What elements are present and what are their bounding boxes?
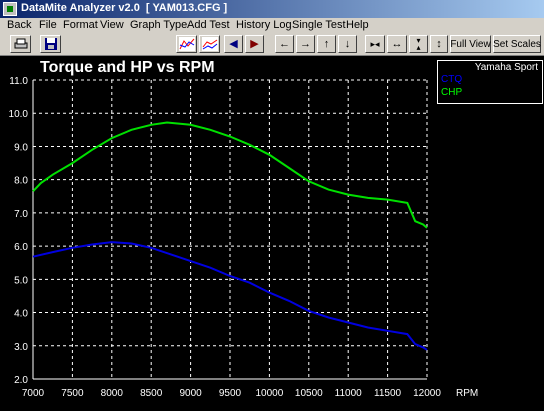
legend-entry-ctq: CTQ: [441, 74, 463, 85]
set-scales-button[interactable]: Set Scales: [493, 35, 541, 53]
legend: Yamaha Sport CTQ CHP: [437, 60, 543, 104]
arrow-right-icon: ▶: [250, 37, 259, 50]
arrows-vertical-inward-icon: ▾ ▴: [416, 35, 421, 52]
menu-graph-type[interactable]: Graph Type: [130, 18, 187, 32]
floppy-disk-icon: [44, 38, 57, 50]
arrows-vertical-outward-icon: ↕: [436, 37, 442, 50]
graph-icon: [178, 37, 195, 51]
cursor-left-button[interactable]: ◀: [224, 35, 243, 53]
x-tick-label: 11000: [335, 388, 363, 399]
pan-left-button[interactable]: ←: [275, 35, 294, 53]
menu-format[interactable]: Format: [63, 18, 98, 32]
y-tick-label: 9.0: [14, 142, 28, 153]
arrow-left-icon: ◀: [229, 37, 238, 50]
arrow-down-icon: ↓: [344, 37, 351, 50]
save-button[interactable]: [40, 35, 61, 53]
x-tick-label: 7000: [22, 388, 45, 399]
menu-file[interactable]: File: [39, 18, 57, 32]
x-tick-label: 10500: [295, 388, 323, 399]
menu-view[interactable]: View: [100, 18, 124, 32]
x-axis-label: RPM: [456, 388, 478, 399]
chart: 2.0 3.0 4.0 5.0 6.0 7.0 8.0 9.0 10.0 11.0 7000 7500…: [9, 59, 479, 399]
legend-entry-chp: CHP: [441, 87, 463, 98]
arrow-up-icon: ↑: [323, 37, 330, 50]
full-view-button[interactable]: Full View: [450, 35, 491, 53]
graph-type-1-button[interactable]: [176, 35, 197, 53]
graph-type-2-button[interactable]: [199, 35, 220, 53]
legend-title: Yamaha Sport: [474, 62, 538, 73]
compress-y-button[interactable]: ▾ ▴: [409, 35, 428, 53]
title-bar: DataMite Analyzer v2.0 [ YAM013.CFG ]: [0, 0, 544, 18]
y-tick-label: 3.0: [14, 342, 28, 353]
x-tick-label: 12000: [413, 388, 441, 399]
printer-icon: [14, 38, 27, 49]
window-title: DataMite Analyzer v2.0 [ YAM013.CFG ]: [21, 2, 228, 14]
y-tick-label: 5.0: [14, 275, 28, 286]
pan-down-button[interactable]: ↓: [338, 35, 357, 53]
x-tick-label: 8500: [140, 388, 163, 399]
y-tick-label: 6.0: [14, 242, 28, 253]
menu-history-log[interactable]: History Log: [236, 18, 292, 32]
toolbar: ◀ ▶ ← → ↑ ↓ ▸◂ ↔ ▾ ▴ ↕ Full View Set Scal…: [0, 32, 544, 56]
chart-area: 2.0 3.0 4.0 5.0 6.0 7.0 8.0 9.0 10.0 11.0 7000 7500…: [0, 56, 544, 406]
pan-right-button[interactable]: →: [296, 35, 315, 53]
chart-title: Torque and HP vs RPM: [40, 59, 215, 76]
compress-x-button[interactable]: ▸◂: [365, 35, 385, 53]
expand-y-button[interactable]: ↕: [430, 35, 448, 53]
x-tick-label: 7500: [61, 388, 84, 399]
menu-back[interactable]: Back: [7, 18, 31, 32]
x-tick-label: 9000: [179, 388, 202, 399]
arrow-right-icon: →: [300, 37, 311, 50]
app-icon[interactable]: [3, 2, 17, 16]
graph-icon: [201, 37, 218, 51]
menu-single-test[interactable]: Single Test: [292, 18, 346, 32]
arrows-outward-icon: ↔: [391, 37, 403, 50]
arrow-left-icon: ←: [279, 37, 290, 50]
expand-x-button[interactable]: ↔: [387, 35, 407, 53]
x-tick-label: 11500: [374, 388, 402, 399]
y-tick-label: 2.0: [14, 375, 28, 386]
pan-up-button[interactable]: ↑: [317, 35, 336, 53]
y-tick-label: 10.0: [9, 109, 29, 120]
x-tick-label: 10000: [255, 388, 283, 399]
menu-bar: Back File Format View Graph Type Add Tes…: [0, 18, 544, 32]
menu-help[interactable]: Help: [346, 18, 369, 32]
y-tick-label: 11.0: [9, 76, 28, 87]
x-tick-label: 9500: [219, 388, 242, 399]
arrows-inward-icon: ▸◂: [370, 38, 380, 49]
y-tick-label: 4.0: [14, 309, 28, 320]
x-tick-label: 8000: [101, 388, 124, 399]
print-button[interactable]: [10, 35, 31, 53]
y-tick-label: 7.0: [14, 209, 28, 220]
y-tick-label: 8.0: [14, 176, 28, 187]
menu-add-test[interactable]: Add Test: [187, 18, 230, 32]
cursor-right-button[interactable]: ▶: [245, 35, 264, 53]
